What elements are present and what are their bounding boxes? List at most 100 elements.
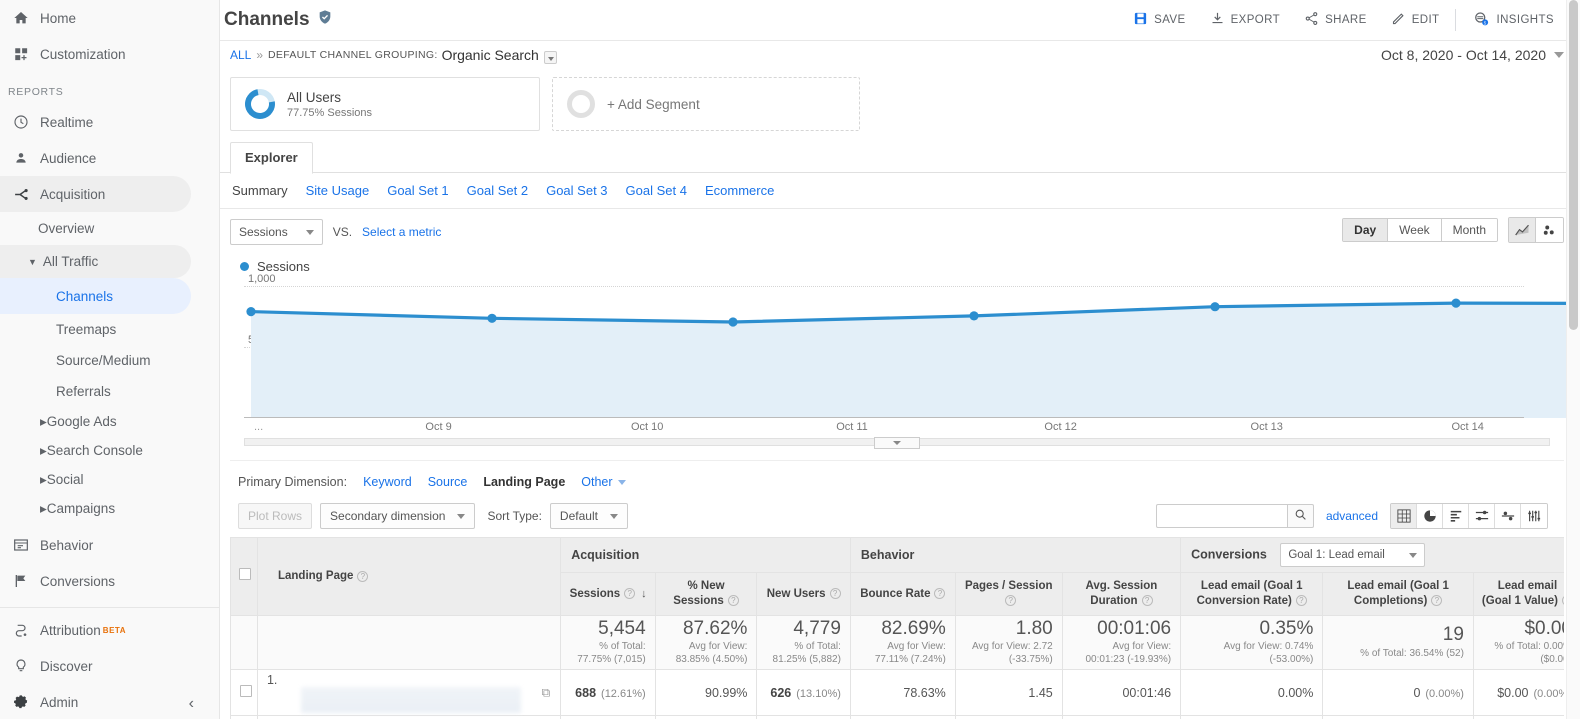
add-segment-button[interactable]: + Add Segment xyxy=(552,77,860,131)
export-button[interactable]: EXPORT xyxy=(1198,2,1292,38)
sidebar-item-home[interactable]: Home xyxy=(0,0,219,36)
help-icon[interactable]: ? xyxy=(1295,595,1307,607)
breadcrumb-dropdown-icon[interactable] xyxy=(543,50,557,64)
help-icon[interactable]: ? xyxy=(1141,595,1153,607)
tab-goal-set-3[interactable]: Goal Set 3 xyxy=(546,183,607,198)
chart-data-point[interactable] xyxy=(1210,302,1220,312)
select-metric-link[interactable]: Select a metric xyxy=(362,225,441,239)
save-button[interactable]: SAVE xyxy=(1121,2,1197,38)
edit-button[interactable]: EDIT xyxy=(1379,2,1452,38)
table-row[interactable]: 2. ⧉ 586(10.74%) 87.71% 514(10.76%) 87.7… xyxy=(230,715,1564,719)
primary-dimension-source[interactable]: Source xyxy=(428,475,468,489)
sidebar-item-audience[interactable]: Audience xyxy=(0,140,219,176)
sidebar-item-behavior[interactable]: Behavior xyxy=(0,527,219,563)
chart-data-point[interactable] xyxy=(487,313,497,323)
sidebar-item-source-medium[interactable]: Source/Medium xyxy=(0,345,219,376)
breadcrumb-all-link[interactable]: ALL xyxy=(230,48,251,62)
col-goal-completions[interactable]: Lead email (Goal 1 Completions)? xyxy=(1322,572,1474,616)
secondary-dimension-button[interactable]: Secondary dimension xyxy=(320,503,476,529)
col-bounce-rate[interactable]: Bounce Rate? xyxy=(849,572,956,616)
granularity-month[interactable]: Month xyxy=(1441,219,1497,241)
search-button[interactable] xyxy=(1287,504,1314,528)
col-pages-session[interactable]: Pages / Session? xyxy=(954,572,1063,616)
scrollbar-thumb[interactable] xyxy=(1569,0,1578,330)
pie-view-icon[interactable] xyxy=(1417,504,1443,528)
chart-data-point[interactable] xyxy=(246,307,256,317)
sidebar-item-acquisition[interactable]: Acquisition xyxy=(0,176,191,212)
sort-type-select[interactable]: Default xyxy=(549,503,628,529)
sidebar-item-overview[interactable]: Overview xyxy=(0,212,219,245)
bar-view-icon[interactable] xyxy=(1443,504,1469,528)
tab-goal-set-4[interactable]: Goal Set 4 xyxy=(626,183,687,198)
goal-select[interactable]: Goal 1: Lead email xyxy=(1280,543,1425,567)
open-external-icon[interactable]: ⧉ xyxy=(542,685,551,700)
sidebar-item-social[interactable]: ▸ Social xyxy=(0,465,219,494)
help-icon[interactable]: ? xyxy=(1561,595,1564,607)
sidebar-item-all-traffic[interactable]: ▼ All Traffic xyxy=(0,245,191,278)
sidebar-item-channels[interactable]: Channels xyxy=(0,278,191,314)
slider-handle[interactable] xyxy=(874,437,920,449)
table-row[interactable]: 1. ⧉ 688 (12.61%) 90.99% 626 (13.10%) 78.6… xyxy=(230,669,1564,716)
col-sessions[interactable]: Sessions? ↓ xyxy=(560,572,656,616)
insights-button[interactable]: 5 INSIGHTS xyxy=(1460,2,1566,38)
tab-site-usage[interactable]: Site Usage xyxy=(306,183,370,198)
primary-dimension-landing-page[interactable]: Landing Page xyxy=(483,475,565,489)
col-new-users[interactable]: New Users? xyxy=(756,572,851,616)
metric-select[interactable]: Sessions xyxy=(230,219,323,245)
share-button[interactable]: SHARE xyxy=(1292,2,1379,38)
advanced-link[interactable]: advanced xyxy=(1326,509,1378,523)
tab-ecommerce[interactable]: Ecommerce xyxy=(705,183,774,198)
chart-date-slider[interactable] xyxy=(244,437,1550,452)
pivot-view-icon[interactable] xyxy=(1495,504,1521,528)
chevron-down-icon xyxy=(609,513,618,519)
col-avg-duration[interactable]: Avg. Session Duration? xyxy=(1061,572,1182,616)
sidebar-item-search-console[interactable]: ▸ Search Console xyxy=(0,436,219,465)
primary-dimension-other[interactable]: Other xyxy=(581,475,626,489)
landing-page-header[interactable]: Landing Page? xyxy=(256,537,562,616)
sidebar-item-conversions[interactable]: Conversions xyxy=(0,563,219,599)
sidebar-item-customization[interactable]: Customization xyxy=(0,36,219,72)
comparison-view-icon[interactable] xyxy=(1469,504,1495,528)
sidebar-item-google-ads[interactable]: ▸ Google Ads xyxy=(0,407,219,436)
help-icon[interactable]: ? xyxy=(357,570,369,582)
chart-data-point[interactable] xyxy=(728,317,738,327)
help-icon[interactable]: ? xyxy=(1005,595,1017,607)
tab-goal-set-2[interactable]: Goal Set 2 xyxy=(467,183,528,198)
scatter-chart-icon[interactable] xyxy=(1536,218,1563,242)
granularity-week[interactable]: Week xyxy=(1388,219,1442,241)
col-goal-value[interactable]: Lead email (Goal 1 Value)? xyxy=(1472,572,1564,616)
segment-all-users[interactable]: All Users 77.75% Sessions xyxy=(230,77,540,131)
window-scrollbar[interactable] xyxy=(1566,0,1580,719)
granularity-day[interactable]: Day xyxy=(1343,219,1389,241)
help-icon[interactable]: ? xyxy=(1431,595,1443,607)
tab-summary[interactable]: Summary xyxy=(232,183,288,198)
x-tick-oct-10: Oct 10 xyxy=(630,421,664,433)
sidebar-item-treemaps[interactable]: Treemaps xyxy=(0,314,219,345)
search-input[interactable] xyxy=(1155,504,1288,528)
select-all-checkbox[interactable] xyxy=(239,568,251,581)
sidebar-item-attribution[interactable]: Attribution BETA xyxy=(0,612,219,648)
performance-view-icon[interactable] xyxy=(1521,504,1547,528)
sidebar-item-discover[interactable]: Discover xyxy=(0,648,219,684)
sidebar-item-campaigns[interactable]: ▸ Campaigns xyxy=(0,494,219,523)
help-icon[interactable]: ? xyxy=(624,588,636,599)
sidebar-collapse-button[interactable]: ‹ xyxy=(0,695,219,713)
help-icon[interactable]: ? xyxy=(829,588,841,599)
help-icon[interactable]: ? xyxy=(934,588,946,599)
date-range-picker[interactable]: Oct 8, 2020 - Oct 14, 2020 xyxy=(1381,47,1580,63)
chart-data-point[interactable] xyxy=(1451,298,1461,308)
tab-goal-set-1[interactable]: Goal Set 1 xyxy=(387,183,448,198)
help-icon[interactable]: ? xyxy=(727,595,739,607)
sidebar-item-label: Home xyxy=(40,10,77,26)
chart-data-point[interactable] xyxy=(969,311,979,321)
line-chart-icon[interactable] xyxy=(1509,218,1536,242)
sidebar-item-referrals[interactable]: Referrals xyxy=(0,376,219,407)
tab-explorer[interactable]: Explorer xyxy=(230,142,313,174)
col-goal-rate[interactable]: Lead email (Goal 1 Conversion Rate)? xyxy=(1180,572,1324,616)
primary-dimension-keyword[interactable]: Keyword xyxy=(363,475,412,489)
plot-rows-button[interactable]: Plot Rows xyxy=(238,503,313,529)
table-view-icon[interactable] xyxy=(1391,504,1417,528)
sidebar-item-realtime[interactable]: Realtime xyxy=(0,104,219,140)
col-new-sessions[interactable]: % New Sessions? xyxy=(654,572,758,616)
row-checkbox[interactable] xyxy=(240,685,252,697)
